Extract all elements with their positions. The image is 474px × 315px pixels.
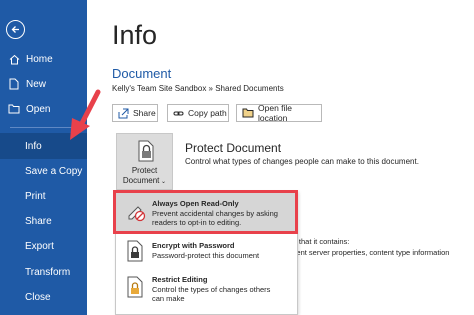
annotation-arrow [70,89,101,140]
